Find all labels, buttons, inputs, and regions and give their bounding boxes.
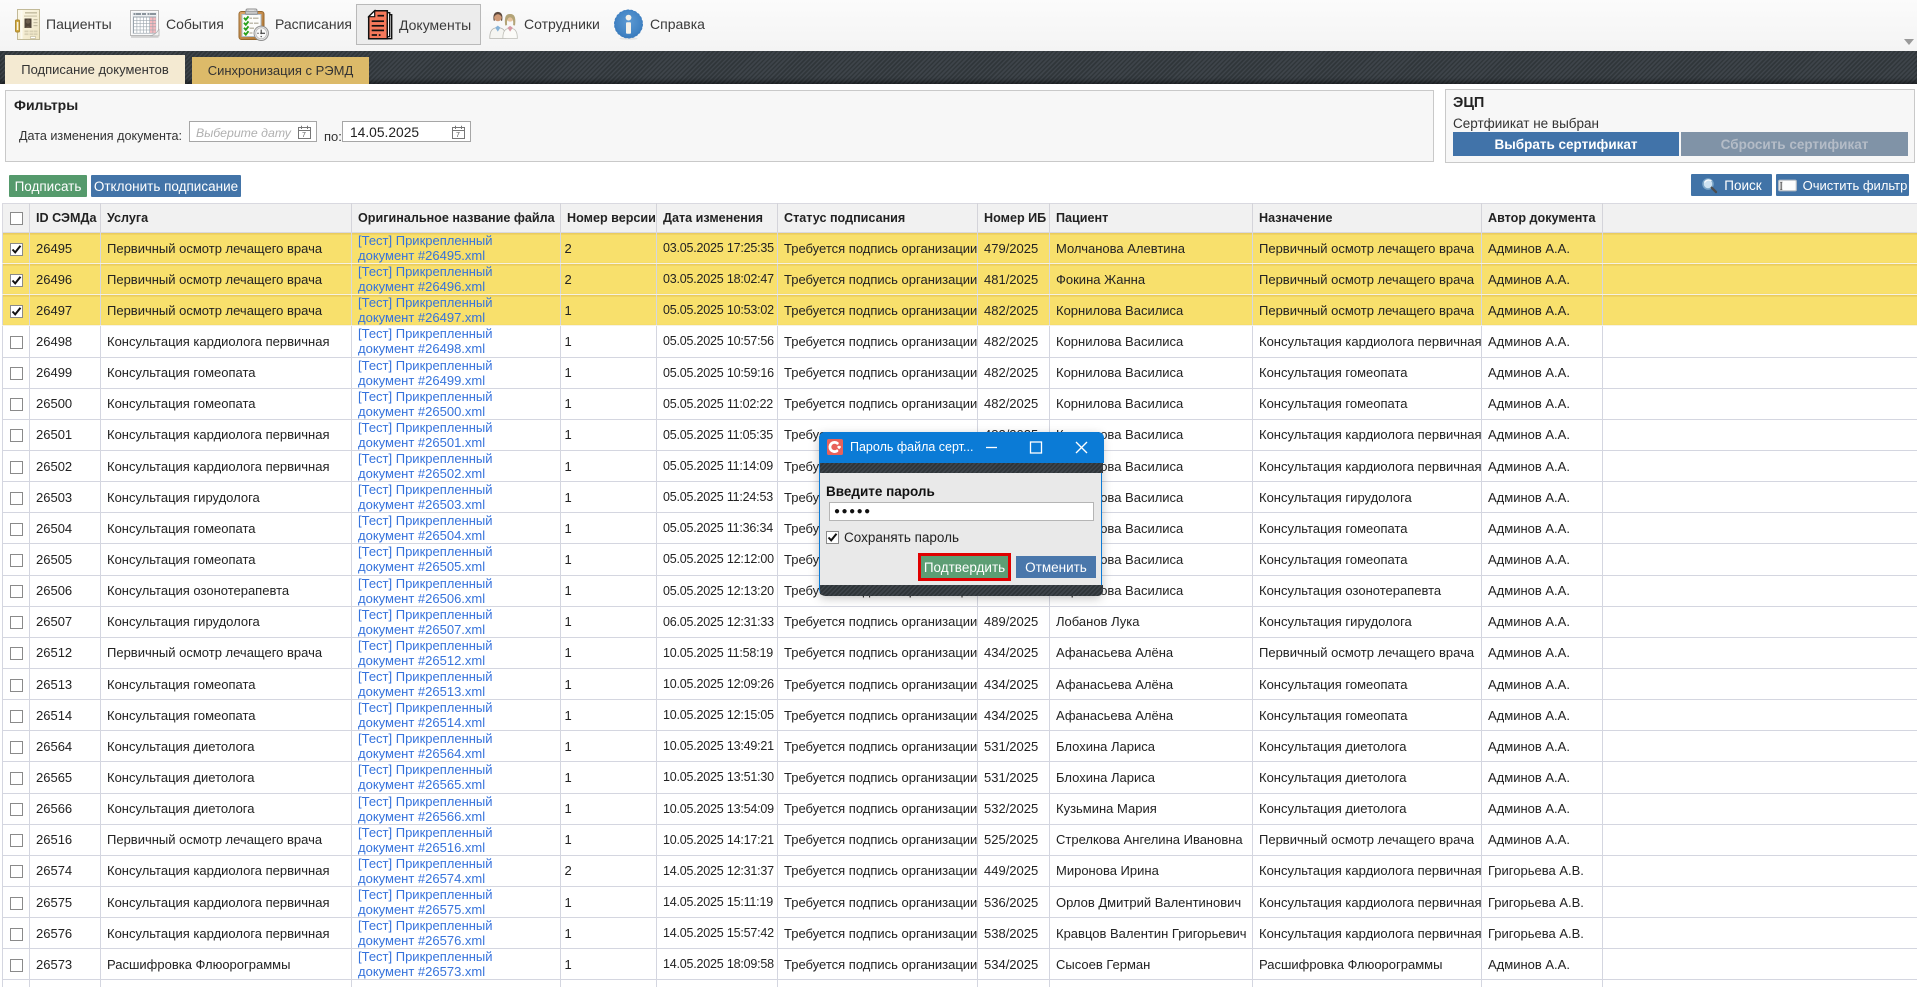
svg-text:7: 7: [302, 132, 306, 139]
svg-text:7: 7: [456, 132, 460, 139]
